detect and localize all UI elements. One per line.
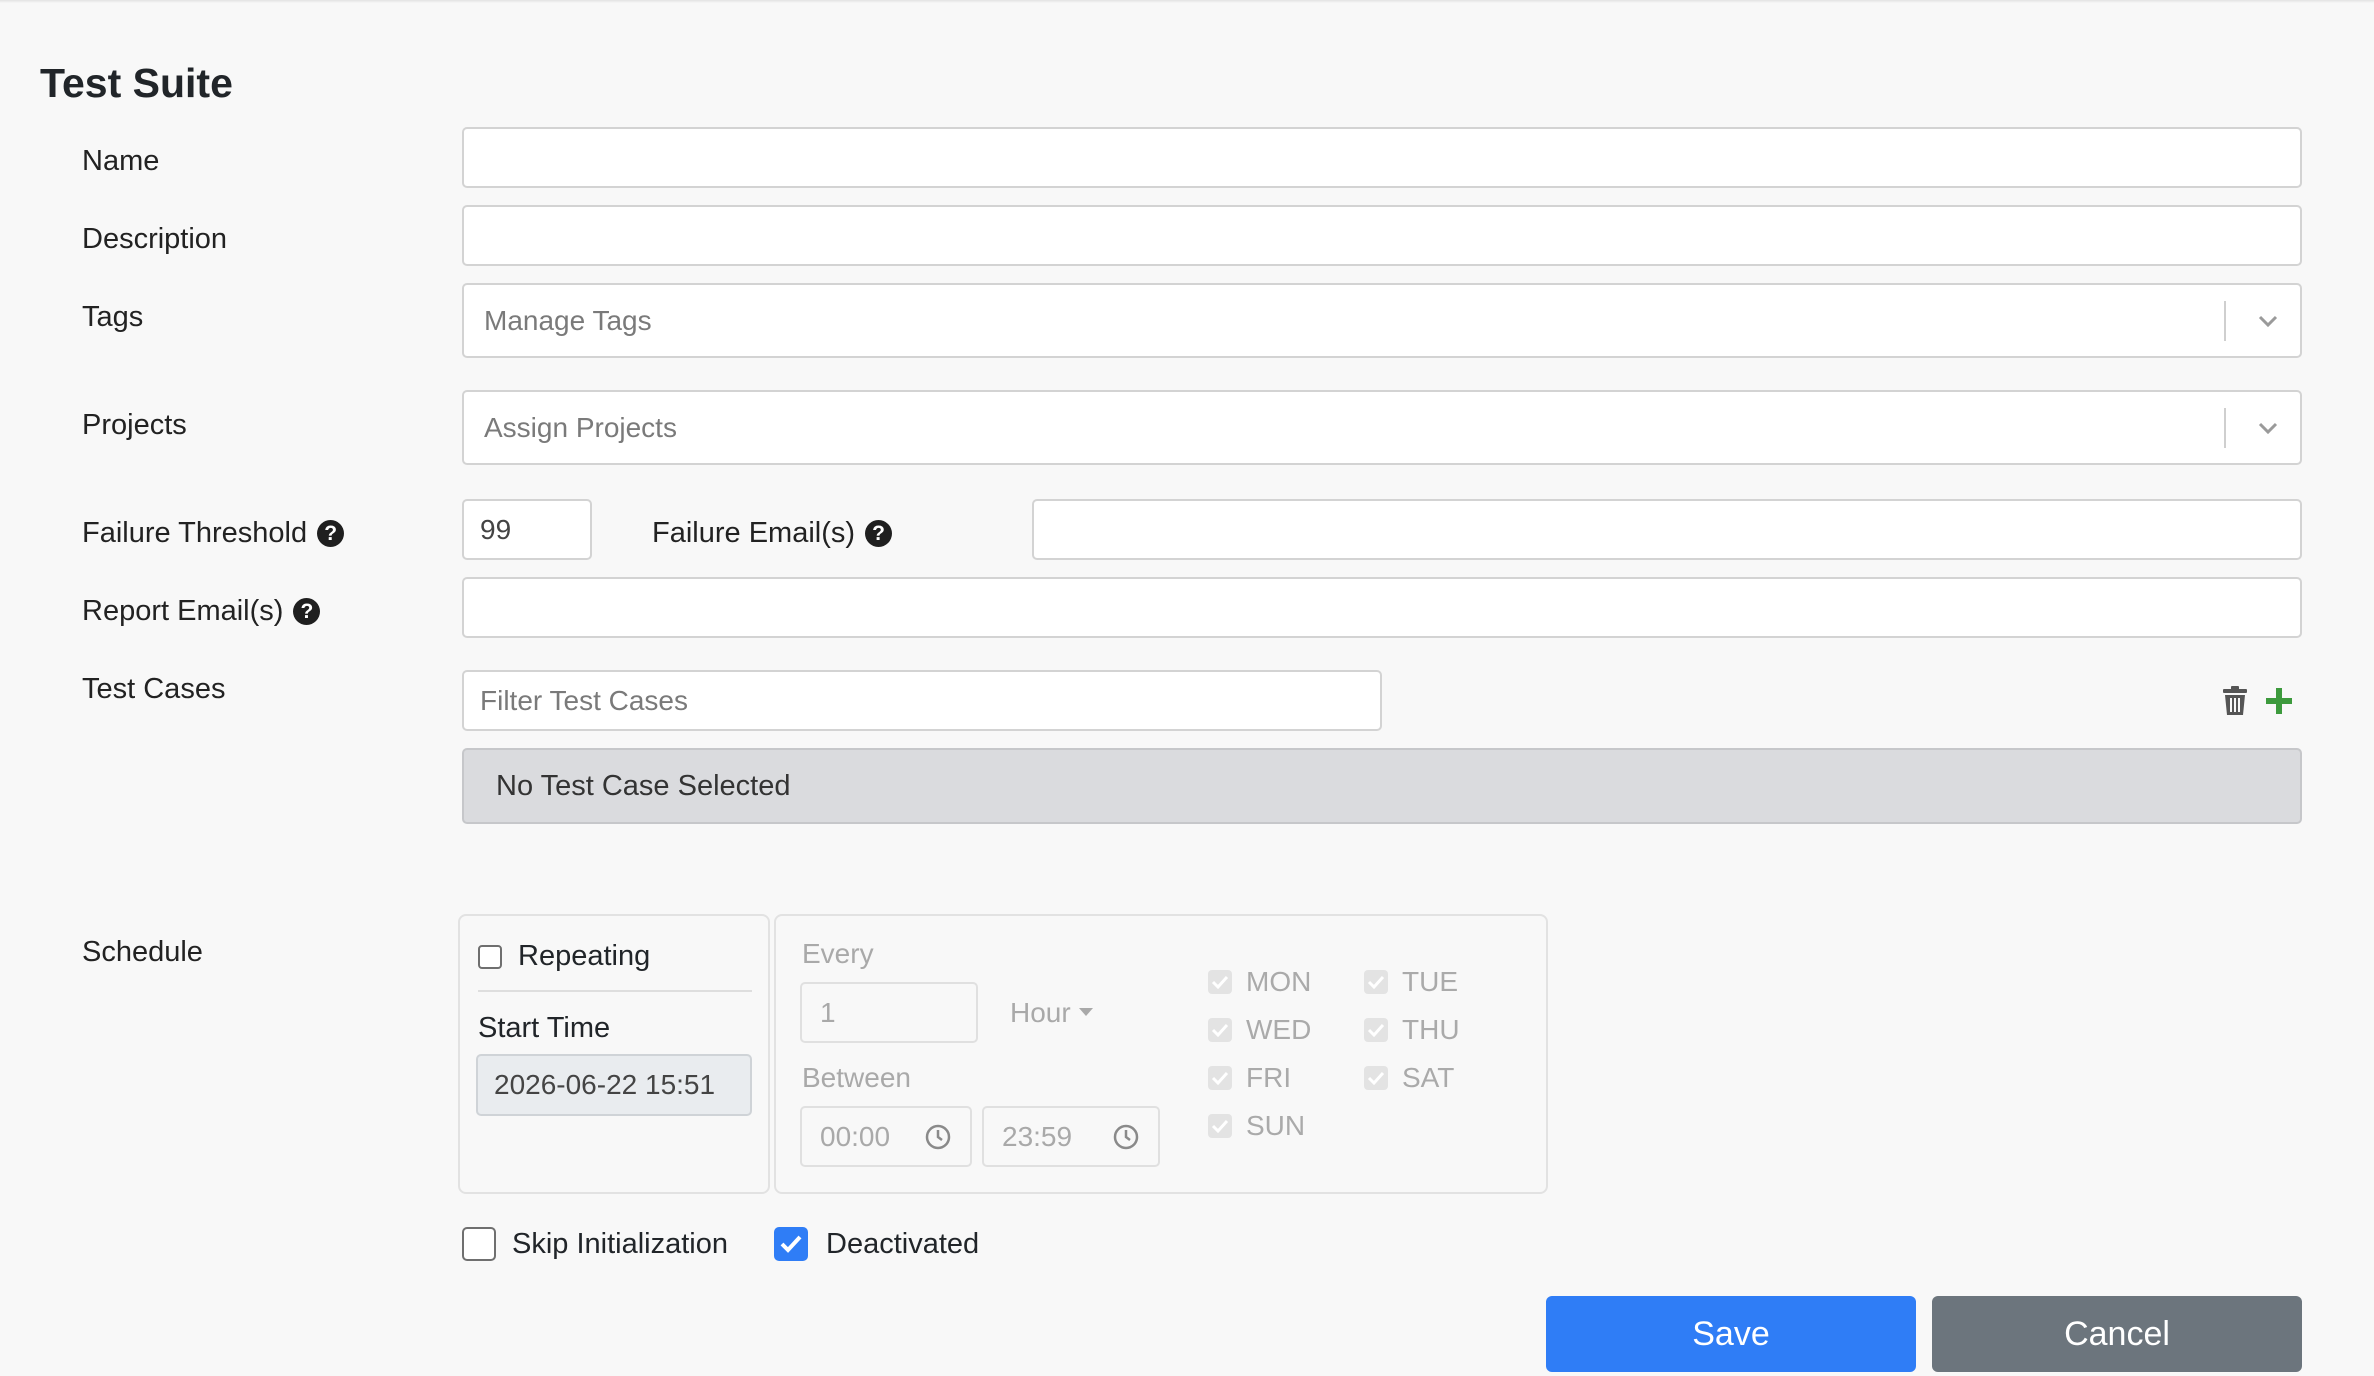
schedule-label: Schedule	[82, 936, 203, 968]
day-checkbox[interactable]	[1364, 970, 1388, 994]
day-checkbox[interactable]	[1208, 1114, 1232, 1138]
day-sat[interactable]: SAT	[1364, 1062, 1454, 1094]
day-checkbox[interactable]	[1208, 1066, 1232, 1090]
day-checkbox[interactable]	[1364, 1018, 1388, 1042]
check-icon	[1367, 975, 1385, 989]
check-icon	[1211, 1119, 1229, 1133]
day-checkbox[interactable]	[1208, 970, 1232, 994]
clock-icon	[1113, 1124, 1139, 1149]
start-time-label: Start Time	[478, 1012, 611, 1044]
clock-icon	[925, 1124, 951, 1149]
plus-icon[interactable]	[2265, 687, 2293, 715]
description-label: Description	[82, 223, 228, 255]
day-mon[interactable]: MON	[1208, 966, 1311, 998]
chevron-down-icon[interactable]	[2256, 309, 2280, 333]
projects-separator	[2224, 408, 2226, 448]
skip-initialization-checkbox[interactable]	[462, 1227, 496, 1261]
repeating-toggle[interactable]: Repeating	[478, 940, 650, 973]
day-checkbox[interactable]	[1208, 1018, 1232, 1042]
check-icon	[1211, 1023, 1229, 1037]
deactivated-checkbox[interactable]	[774, 1227, 808, 1261]
failure-emails-input[interactable]	[1032, 499, 2302, 560]
every-input[interactable]: 1	[800, 982, 978, 1043]
page-title: Test Suite	[40, 60, 233, 106]
tags-placeholder: Manage Tags	[484, 304, 652, 336]
question-circle-icon[interactable]: ?	[317, 520, 345, 547]
name-label: Name	[82, 145, 160, 177]
caret-down-icon	[1078, 1008, 1093, 1016]
question-circle-icon[interactable]: ?	[865, 520, 893, 547]
failure-threshold-label: Failure Threshold ?	[82, 517, 345, 550]
trash-icon[interactable]	[2221, 686, 2249, 716]
tags-select[interactable]: Manage Tags	[462, 283, 2302, 358]
repeating-checkbox[interactable]	[478, 944, 502, 969]
description-input[interactable]	[462, 205, 2302, 266]
projects-select[interactable]: Assign Projects	[462, 390, 2302, 465]
deactivated-toggle[interactable]: Deactivated	[774, 1227, 979, 1261]
projects-placeholder: Assign Projects	[484, 411, 677, 443]
day-thu[interactable]: THU	[1364, 1014, 1460, 1046]
unit-dropdown[interactable]: Hour	[1010, 997, 1093, 1029]
chevron-down-icon[interactable]	[2256, 416, 2280, 440]
schedule-repeat-panel: Every 1 Hour Between 00:00 23:59 MON TUE…	[774, 914, 1548, 1194]
report-emails-label: Report Email(s) ?	[82, 595, 321, 628]
day-sun[interactable]: SUN	[1208, 1110, 1305, 1142]
day-tue[interactable]: TUE	[1364, 966, 1458, 998]
projects-label: Projects	[82, 409, 187, 441]
save-button[interactable]: Save	[1546, 1296, 1916, 1372]
divider	[478, 990, 752, 992]
check-icon	[780, 1235, 802, 1253]
report-emails-input[interactable]	[462, 577, 2302, 638]
between-label: Between	[802, 1062, 911, 1093]
question-circle-icon[interactable]: ?	[293, 598, 321, 625]
start-time-input[interactable]: 2026-06-22 15:51	[476, 1054, 752, 1116]
check-icon	[1211, 1071, 1229, 1085]
failure-emails-label: Failure Email(s) ?	[652, 517, 893, 550]
check-icon	[1211, 975, 1229, 989]
day-checkbox[interactable]	[1364, 1066, 1388, 1090]
failure-threshold-input[interactable]: 99	[462, 499, 592, 560]
day-wed[interactable]: WED	[1208, 1014, 1311, 1046]
tags-label: Tags	[82, 301, 144, 333]
filter-test-cases-input[interactable]: Filter Test Cases	[462, 670, 1382, 731]
test-cases-label: Test Cases	[82, 673, 226, 705]
name-input[interactable]	[462, 127, 2302, 188]
check-icon	[1367, 1071, 1385, 1085]
from-time-input[interactable]: 00:00	[800, 1106, 972, 1167]
check-icon	[1367, 1023, 1385, 1037]
every-label: Every	[802, 938, 874, 969]
cancel-button[interactable]: Cancel	[1932, 1296, 2302, 1372]
to-time-input[interactable]: 23:59	[982, 1106, 1160, 1167]
schedule-start-panel: Repeating Start Time 2026-06-22 15:51	[458, 914, 770, 1194]
tags-separator	[2224, 301, 2226, 341]
top-shadow	[0, 0, 2374, 3]
no-test-case-banner: No Test Case Selected	[462, 748, 2302, 824]
day-fri[interactable]: FRI	[1208, 1062, 1291, 1094]
skip-initialization-toggle[interactable]: Skip Initialization	[462, 1227, 728, 1261]
